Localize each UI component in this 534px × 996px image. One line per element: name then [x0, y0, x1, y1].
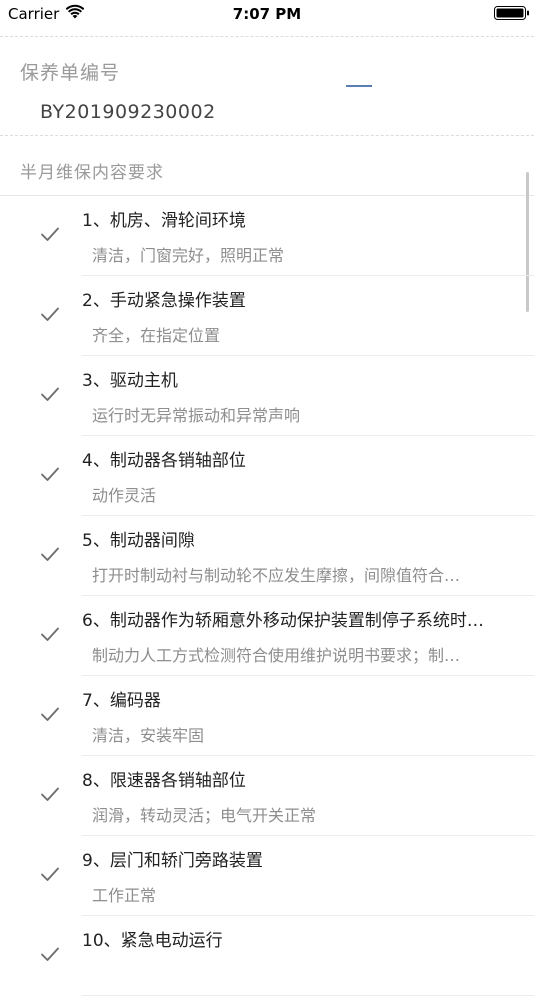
order-number-value: BY201909230002 [40, 101, 216, 123]
item-description: 润滑，转动灵活；电气开关正常 [92, 806, 317, 825]
item-description: 制动力人工方式检测符合使用维护说明书要求；制… [92, 646, 461, 665]
checkmark-icon [41, 627, 59, 641]
item-title: 8、限速器各销轴部位 [82, 771, 246, 791]
order-accent-mark [346, 85, 372, 87]
maintenance-item-list: 1、机房、滑轮间环境 清洁，门窗完好，照明正常 2、手动紧急操作装置 齐全，在指定位置… [0, 196, 534, 996]
list-item[interactable]: 4、制动器各销轴部位动作灵活 [0, 436, 534, 516]
item-title: 10、紧急电动运行 [82, 931, 223, 951]
checkmark-icon [41, 467, 59, 481]
top-divider [0, 36, 534, 37]
item-description: 工作正常 [92, 886, 157, 905]
middle-divider [0, 135, 534, 136]
checkmark-icon [41, 787, 59, 801]
item-description: 打开时制动衬与制动轮不应发生摩擦，间隙值符合… [92, 566, 461, 585]
section-title: 半月维保内容要求 [20, 163, 164, 183]
item-title: 9、层门和轿门旁路装置 [82, 851, 263, 871]
checkmark-icon [41, 707, 59, 721]
item-description: 动作灵活 [92, 486, 157, 505]
status-bar: Carrier 7:07 PM [0, 0, 534, 28]
list-item[interactable]: 6、制动器作为轿厢意外移动保护装置制停子系统时… 制动力人工方式检测符合使用维护说… [0, 596, 534, 676]
list-item[interactable]: 7、编码器清洁，安装牢固 [0, 676, 534, 756]
clock-time: 7:07 PM [232, 5, 302, 23]
item-title: 4、制动器各销轴部位 [82, 451, 246, 471]
list-item[interactable]: 1、机房、滑轮间环境清洁，门窗完好，照明正常 [0, 196, 534, 276]
battery-icon [494, 6, 529, 20]
checkmark-icon [41, 947, 59, 961]
checkmark-icon [41, 227, 59, 241]
checkmark-icon [41, 867, 59, 881]
list-item[interactable]: 5、制动器间隙打开时制动衬与制动轮不应发生摩擦，间隙值符合… [0, 516, 534, 596]
item-title: 3、驱动主机 [82, 371, 178, 391]
checkmark-icon [41, 387, 59, 401]
list-item[interactable]: 3、驱动主机运行时无异常振动和异常声响 [0, 356, 534, 436]
item-description: 齐全，在指定位置 [92, 326, 221, 345]
list-item[interactable]: 8、限速器各销轴部位润滑，转动灵活；电气开关正常 [0, 756, 534, 836]
item-title: 2、手动紧急操作装置 [82, 291, 246, 311]
item-title: 6、制动器作为轿厢意外移动保护装置制停子系统时… [82, 611, 484, 631]
item-description: 运行时无异常振动和异常声响 [92, 406, 301, 425]
item-description: 清洁，安装牢固 [92, 726, 205, 745]
item-title: 1、机房、滑轮间环境 [82, 211, 246, 231]
item-title: 7、编码器 [82, 691, 161, 711]
list-item[interactable]: 10、紧急电动运行 [0, 916, 534, 996]
item-title: 5、制动器间隙 [82, 531, 195, 551]
order-number-label: 保养单编号 [20, 62, 121, 84]
list-item[interactable]: 9、层门和轿门旁路装置工作正常 [0, 836, 534, 916]
checkmark-icon [41, 307, 59, 321]
list-item[interactable]: 2、手动紧急操作装置齐全，在指定位置 [0, 276, 534, 356]
checkmark-icon [41, 547, 59, 561]
item-description: 清洁，门窗完好，照明正常 [92, 246, 285, 265]
